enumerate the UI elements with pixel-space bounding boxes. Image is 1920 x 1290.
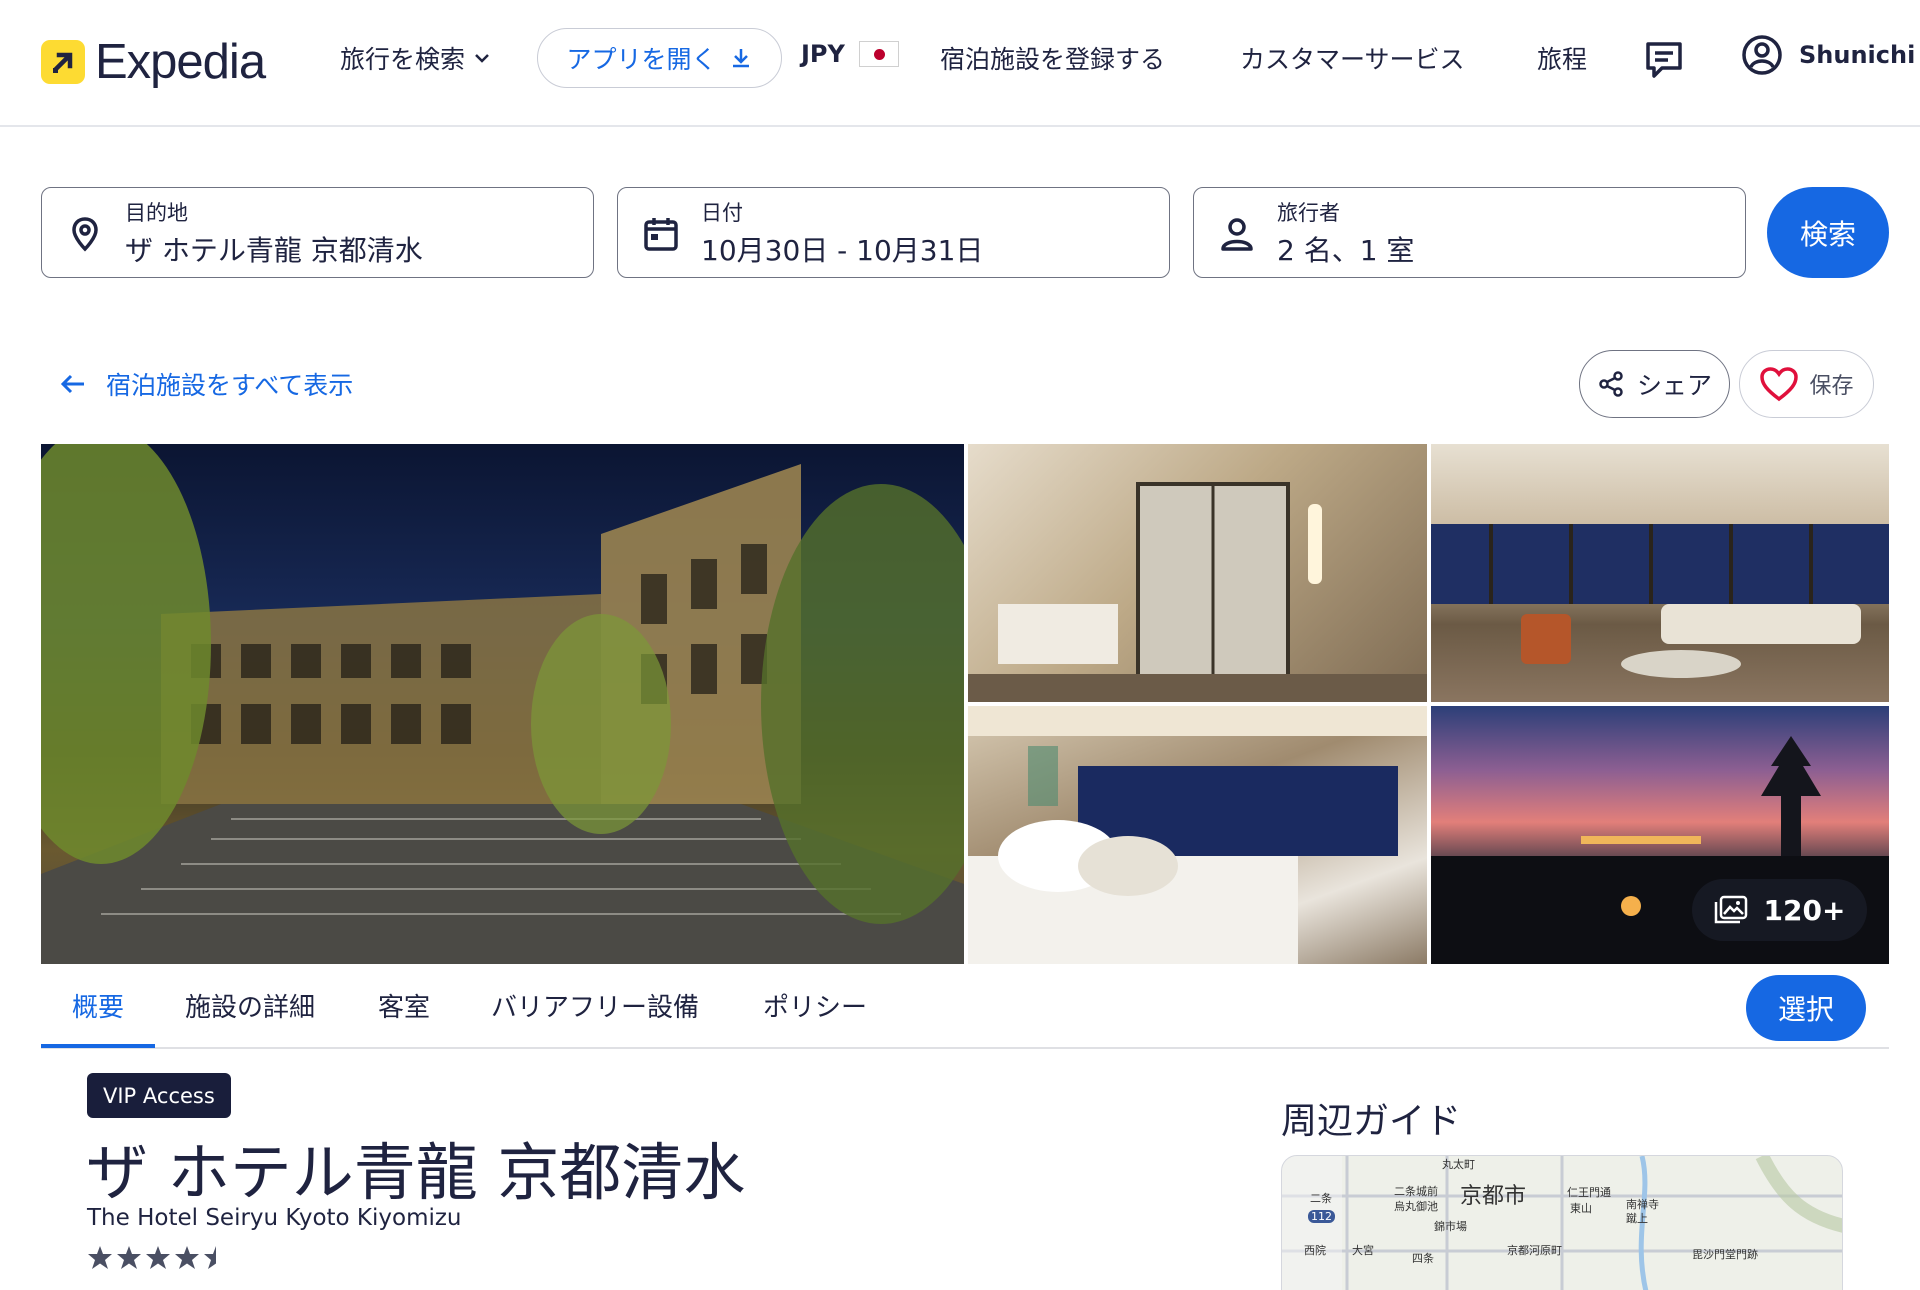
messages-button[interactable] — [1642, 38, 1686, 82]
vip-access-badge: VIP Access — [87, 1073, 231, 1118]
view-all-photos-button[interactable]: 120+ — [1692, 879, 1867, 941]
map-label-saiin: 西院 — [1304, 1244, 1326, 1257]
star-icon — [88, 1246, 112, 1269]
destination-label: 目的地 — [125, 201, 188, 225]
star-icon — [175, 1246, 199, 1269]
map-label-nishiki-market: 錦市場 — [1434, 1220, 1467, 1233]
date-field[interactable]: 日付 10月30日 - 10月31日 — [617, 187, 1170, 278]
back-link-label: 宿泊施設をすべて表示 — [106, 371, 354, 400]
guest-bathroom-photo[interactable] — [968, 444, 1427, 702]
map-route-shield: 112 — [1308, 1210, 1335, 1223]
map-label-bishamondo: 毘沙門堂門跡 — [1692, 1248, 1758, 1261]
brand-name: Expedia — [95, 35, 266, 89]
bathroom-illustration — [968, 482, 1427, 702]
map-label-karasuma-oike: 烏丸御池 — [1394, 1200, 1438, 1213]
logo-arrow-icon — [41, 40, 85, 84]
trips-link[interactable]: 旅程 — [1537, 40, 1587, 76]
gallery-icon — [1714, 895, 1747, 924]
travelers-label: 旅行者 — [1277, 201, 1340, 225]
person-icon — [1221, 218, 1253, 251]
hotel-name-ja: ザ ホテル青龍 京都清水 — [86, 1136, 746, 1209]
nav-search-trips[interactable]: 旅行を検索 — [340, 40, 493, 76]
lounge-illustration — [1431, 524, 1889, 678]
select-room-button[interactable]: 選択 — [1746, 975, 1866, 1041]
map-label-keage: 蹴上 — [1626, 1212, 1648, 1225]
map-label-kawaramachi: 京都河原町 — [1507, 1244, 1562, 1257]
open-app-button[interactable]: アプリを開く — [537, 28, 782, 88]
star-rating-icons — [88, 1246, 216, 1269]
customer-service-link[interactable]: カスタマーサービス — [1240, 40, 1465, 76]
share-icon — [1599, 371, 1623, 397]
save-label: 保存 — [1809, 374, 1854, 399]
map-label-niomon: 仁王門通 — [1567, 1186, 1611, 1199]
star-icon — [204, 1246, 216, 1269]
map-label-higashiyama: 東山 — [1570, 1202, 1592, 1215]
tab-policies[interactable]: ポリシー — [763, 987, 867, 1024]
photo-count: 120+ — [1763, 893, 1846, 927]
location-pin-icon — [72, 217, 98, 252]
japan-flag-icon — [858, 41, 899, 67]
list-property-link[interactable]: 宿泊施設を登録する — [940, 40, 1165, 76]
map-label-omiya: 大宮 — [1352, 1244, 1374, 1257]
tab-overview[interactable]: 概要 — [72, 987, 124, 1024]
guest-bedroom-photo[interactable] — [968, 706, 1427, 964]
user-name: Shunichi — [1799, 41, 1916, 69]
star-rating — [87, 1242, 237, 1279]
dates-label: 日付 — [701, 201, 743, 225]
tab-property-details[interactable]: 施設の詳細 — [185, 987, 315, 1024]
account-menu[interactable]: Shunichi — [1741, 34, 1915, 76]
expedia-logo[interactable]: Expedia — [41, 34, 266, 90]
user-account-icon — [1742, 35, 1782, 75]
star-icon — [146, 1246, 170, 1269]
arrow-left-icon — [60, 374, 84, 394]
download-icon — [732, 49, 749, 68]
dates-value: 10月30日 - 10月31日 — [701, 234, 984, 267]
chevron-down-icon — [475, 54, 489, 63]
map-roads — [1282, 1156, 1842, 1290]
map-label-marutamachi: 丸太町 — [1442, 1158, 1475, 1171]
travelers-value: 2 名、1 室 — [1277, 234, 1415, 267]
travelers-field[interactable]: 旅行者 2 名、1 室 — [1193, 187, 1746, 278]
search-button[interactable]: 検索 — [1767, 187, 1889, 278]
currency-selector[interactable]: JPY — [801, 40, 899, 68]
destination-value: ザ ホテル青龍 京都清水 — [125, 234, 423, 267]
currency-label: JPY — [801, 40, 845, 68]
exterior-illustration — [41, 444, 964, 964]
section-tabs: 概要 施設の詳細 客室 バリアフリー設備 ポリシー — [41, 973, 1889, 1049]
tab-rooms[interactable]: 客室 — [378, 987, 430, 1024]
bedroom-illustration — [968, 706, 1427, 964]
active-tab-indicator — [41, 1044, 155, 1048]
save-button[interactable]: 保存 — [1739, 350, 1874, 418]
destination-field[interactable]: 目的地 ザ ホテル青龍 京都清水 — [41, 187, 594, 278]
back-to-all-properties-link[interactable]: 宿泊施設をすべて表示 — [58, 366, 353, 402]
share-button[interactable]: シェア — [1579, 350, 1730, 418]
nav-search-label: 旅行を検索 — [340, 45, 466, 74]
heart-icon — [1760, 367, 1799, 402]
chat-icon — [1646, 42, 1682, 78]
area-map[interactable]: 丸太町 二条 二条城前 烏丸御池 京都市 仁王門通 東山 南禅寺 蹴上 錦市場 … — [1281, 1155, 1843, 1290]
hotel-exterior-night-photo[interactable] — [41, 444, 964, 964]
share-label: シェア — [1636, 371, 1712, 400]
tab-accessibility[interactable]: バリアフリー設備 — [491, 987, 699, 1024]
map-label-kyoto-city: 京都市 — [1460, 1184, 1527, 1209]
map-label-nijo: 二条 — [1310, 1192, 1332, 1205]
star-icon — [117, 1246, 141, 1269]
calendar-icon — [644, 218, 678, 251]
map-label-shijo: 四条 — [1412, 1252, 1434, 1265]
site-header: Expedia 旅行を検索 アプリを開く JPY 宿泊施設を登録する カスタマー… — [0, 0, 1920, 127]
open-app-label: アプリを開く — [566, 45, 717, 74]
area-guide-title: 周辺ガイド — [1281, 1101, 1462, 1142]
hotel-name-en: The Hotel Seiryu Kyoto Kiyomizu — [87, 1205, 462, 1231]
guest-lounge-photo[interactable] — [1431, 444, 1889, 702]
map-label-nijojo-mae: 二条城前 — [1394, 1185, 1438, 1198]
